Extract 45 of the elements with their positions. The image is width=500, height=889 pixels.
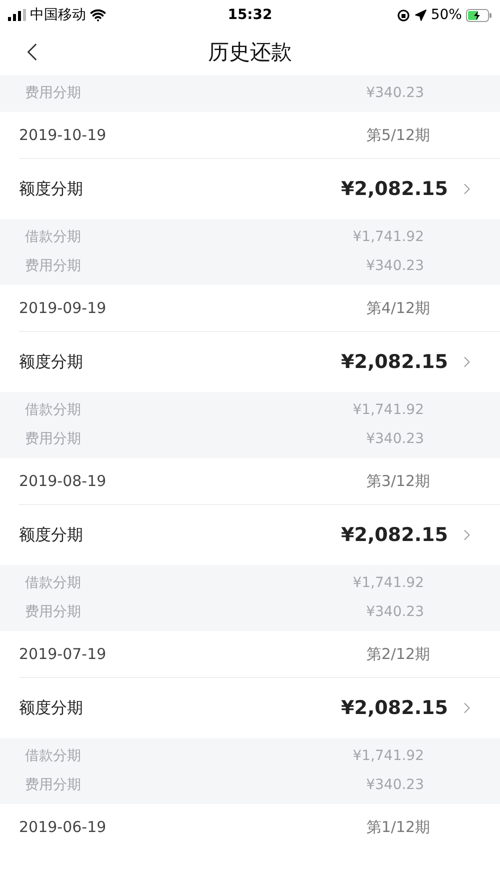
rotation-lock-icon: [396, 8, 410, 22]
installment-title: 额度分期: [19, 178, 83, 200]
status-time: 15:32: [228, 6, 272, 24]
detail-label: 借款分期: [25, 228, 81, 247]
detail-amount: ¥1,741.92: [352, 747, 424, 766]
detail-amount: ¥1,741.92: [352, 574, 424, 593]
detail-label: 借款分期: [25, 574, 81, 593]
detail-amount: ¥340.23: [366, 603, 424, 622]
detail-label: 借款分期: [25, 401, 81, 420]
battery-percent: 50%: [430, 6, 462, 24]
installment-period: 第5/12期: [366, 124, 430, 146]
detail-amount: ¥1,741.92: [352, 401, 424, 420]
installment-title: 额度分期: [19, 524, 83, 546]
detail-amount: ¥340.23: [366, 430, 424, 449]
battery-charging-icon: [466, 8, 492, 22]
page-title: 历史还款: [208, 38, 292, 66]
installment-period: 第3/12期: [366, 470, 430, 492]
payment-date: 2019-10-19: [19, 124, 106, 146]
detail-label: 费用分期: [25, 776, 81, 795]
installment-title: 额度分期: [19, 351, 83, 373]
carrier-name: 中国移动: [30, 6, 86, 24]
installment-amount: ¥2,082.15: [341, 522, 448, 548]
installment-title: 额度分期: [19, 697, 83, 719]
installment-period: 第4/12期: [366, 298, 430, 319]
payment-date: 2019-09-19: [19, 298, 106, 319]
installment-period: 第2/12期: [366, 644, 430, 665]
payment-date: 2019-06-19: [19, 816, 106, 838]
detail-label: 费用分期: [25, 84, 81, 103]
detail-label: 费用分期: [25, 257, 81, 276]
installment-amount: ¥2,082.15: [341, 696, 448, 721]
detail-amount: ¥1,741.92: [352, 228, 424, 247]
installment-period: 第1/12期: [366, 816, 430, 838]
detail-amount: ¥340.23: [366, 257, 424, 276]
signal-icon: [8, 9, 26, 21]
detail-amount: ¥340.23: [366, 84, 424, 103]
installment-amount: ¥2,082.15: [341, 350, 448, 375]
detail-label: 费用分期: [25, 430, 81, 449]
detail-label: 借款分期: [25, 747, 81, 766]
wifi-icon: [90, 7, 106, 23]
payment-date: 2019-08-19: [19, 470, 106, 492]
detail-amount: ¥340.23: [366, 776, 424, 795]
installment-amount: ¥2,082.15: [341, 176, 448, 202]
location-icon: [414, 8, 427, 22]
payment-date: 2019-07-19: [19, 644, 106, 665]
detail-label: 费用分期: [25, 603, 81, 622]
